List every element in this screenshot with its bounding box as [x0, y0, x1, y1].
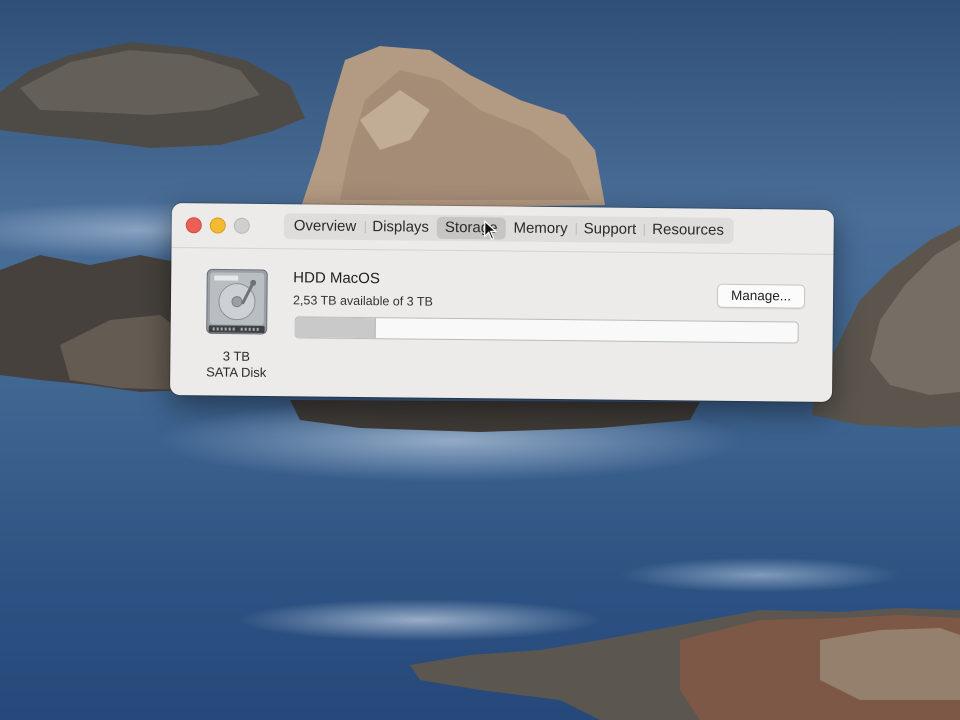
manage-button[interactable]: Manage... — [716, 283, 806, 309]
storage-usage-fill — [295, 317, 376, 339]
tab-resources[interactable]: Resources — [644, 219, 732, 242]
close-button[interactable] — [185, 217, 202, 234]
system-info-window: Overview Displays Storage Memory Support… — [169, 203, 834, 402]
tab-bar: Overview Displays Storage Memory Support… — [283, 213, 735, 244]
disk-type: SATA Disk — [206, 364, 267, 380]
hard-drive-icon — [206, 268, 268, 335]
disk-name: HDD MacOS — [293, 269, 380, 288]
disk-capacity: 3 TB — [222, 348, 251, 364]
window-titlebar[interactable]: Overview Displays Storage Memory Support… — [171, 203, 834, 255]
tab-overview[interactable]: Overview — [286, 215, 365, 238]
tab-displays[interactable]: Displays — [364, 216, 437, 239]
minimize-button[interactable] — [209, 217, 226, 234]
disk-caption: 3 TB SATA Disk — [194, 348, 278, 381]
tab-support[interactable]: Support — [576, 218, 645, 241]
tab-memory[interactable]: Memory — [505, 217, 575, 240]
disk-availability: 2,53 TB available of 3 TB — [292, 293, 433, 309]
zoom-button — [233, 217, 250, 234]
storage-usage-bar — [294, 316, 799, 344]
storage-pane: 3 TB SATA Disk HDD MacOS 2,53 TB availab… — [170, 248, 834, 402]
mouse-pointer-icon — [484, 220, 498, 241]
